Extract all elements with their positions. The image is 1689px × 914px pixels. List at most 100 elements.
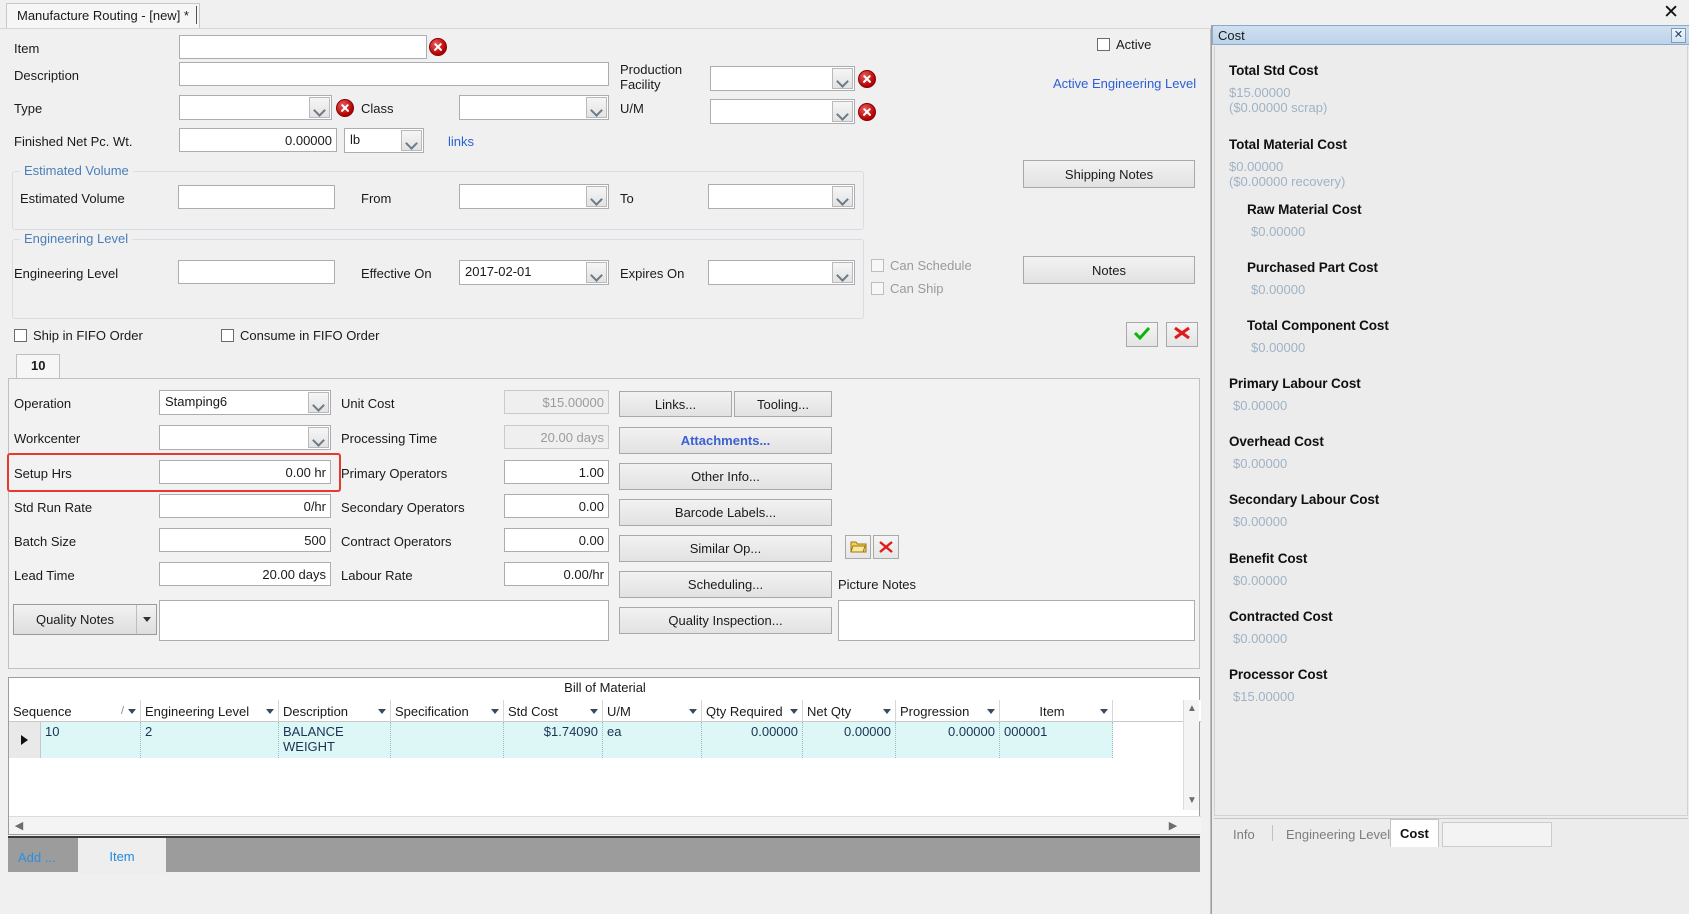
chevron-down-icon[interactable] (401, 130, 422, 151)
production-facility-combo[interactable] (710, 66, 855, 91)
filter-dropdown-icon[interactable] (790, 708, 798, 714)
cost-item-value: $0.00000 (1233, 398, 1288, 413)
active-engineering-level-link[interactable]: Active Engineering Level (1053, 76, 1196, 91)
bom-column-header-engineering-level[interactable]: Engineering Level (141, 700, 279, 722)
attachments-button[interactable]: Attachments... (619, 427, 832, 454)
bom-column-header-std-cost[interactable]: Std Cost (504, 700, 603, 722)
chevron-down-icon[interactable] (586, 186, 607, 207)
estimated-volume-input[interactable] (178, 185, 335, 209)
setup-hrs-input[interactable] (159, 460, 331, 484)
operation-tab-10[interactable]: 10 (16, 354, 61, 379)
bom-column-header-sequence[interactable]: Sequence / (9, 700, 141, 722)
chevron-down-icon[interactable] (308, 392, 329, 413)
chevron-down-icon[interactable] (586, 97, 607, 118)
chevron-down-icon[interactable] (136, 605, 156, 634)
description-input[interactable] (179, 62, 609, 86)
operation-combo[interactable]: Stamping6 (159, 390, 331, 415)
primary-operators-input[interactable] (504, 460, 609, 484)
open-picture-button[interactable] (845, 535, 871, 559)
item-input[interactable] (179, 35, 427, 59)
other-info-button[interactable]: Other Info... (619, 463, 832, 490)
bom-column-header-qty-required[interactable]: Qty Required (702, 700, 803, 722)
chevron-down-icon[interactable] (309, 97, 330, 118)
delete-picture-button[interactable] (873, 535, 899, 559)
shipping-notes-button[interactable]: Shipping Notes (1023, 160, 1195, 188)
can-schedule-checkbox[interactable] (871, 259, 884, 272)
estimated-volume-to-combo[interactable] (708, 184, 855, 209)
tab-info[interactable]: Info (1224, 822, 1264, 846)
barcode-labels-button[interactable]: Barcode Labels... (619, 499, 832, 526)
filter-dropdown-icon[interactable] (883, 708, 891, 714)
filter-dropdown-icon[interactable] (590, 708, 598, 714)
class-combo[interactable] (459, 95, 609, 120)
can-ship-checkbox[interactable] (871, 282, 884, 295)
lead-time-input[interactable] (159, 562, 331, 586)
links-link[interactable]: links (448, 134, 474, 149)
bom-column-header-um[interactable]: U/M (603, 700, 702, 722)
type-combo[interactable] (179, 95, 332, 120)
close-icon[interactable]: ✕ (1663, 3, 1679, 22)
secondary-operators-input[interactable] (504, 494, 609, 518)
filter-dropdown-icon[interactable] (128, 708, 136, 714)
bom-column-header-item[interactable]: Item (1000, 700, 1113, 722)
engineering-level-input[interactable] (178, 260, 335, 284)
scroll-left-icon[interactable]: ◀ (11, 817, 27, 834)
bom-column-header-specification[interactable]: Specification (391, 700, 504, 722)
picture-notes-input[interactable] (838, 600, 1195, 641)
bom-column-header-progression[interactable]: Progression (896, 700, 1000, 722)
chevron-down-icon[interactable] (308, 427, 329, 448)
workcenter-combo[interactable] (159, 425, 331, 450)
filter-dropdown-icon[interactable] (689, 708, 697, 714)
filter-dropdown-icon[interactable] (491, 708, 499, 714)
chevron-down-icon[interactable] (832, 186, 853, 207)
estimated-volume-from-combo[interactable] (459, 184, 609, 209)
tab-cost[interactable]: Cost (1390, 819, 1439, 847)
filter-dropdown-icon[interactable] (266, 708, 274, 714)
similar-op-button[interactable]: Similar Op... (619, 535, 832, 562)
chevron-down-icon[interactable] (832, 101, 853, 122)
scroll-up-icon[interactable]: ▲ (1184, 700, 1200, 716)
ship-fifo-checkbox[interactable] (14, 329, 27, 342)
effective-on-combo[interactable]: 2017-02-01 (459, 260, 609, 285)
row-selector[interactable] (9, 722, 41, 758)
confirm-button[interactable] (1126, 322, 1158, 347)
tab-item[interactable]: Item (78, 838, 166, 874)
links-button[interactable]: Links... (619, 391, 732, 417)
labour-rate-input[interactable] (504, 562, 609, 586)
quality-notes-button[interactable]: Quality Notes (13, 604, 157, 635)
um-combo[interactable] (710, 99, 855, 124)
expires-on-combo[interactable] (708, 260, 855, 285)
quality-inspection-button[interactable]: Quality Inspection... (619, 607, 832, 634)
bom-vertical-scrollbar[interactable]: ▲ ▼ (1183, 700, 1199, 810)
cancel-button[interactable] (1166, 322, 1198, 347)
filter-dropdown-icon[interactable] (987, 708, 995, 714)
filter-dropdown-icon[interactable] (378, 708, 386, 714)
scroll-right-icon[interactable]: ▶ (1165, 817, 1181, 834)
scheduling-button[interactable]: Scheduling... (619, 571, 832, 598)
batch-size-input[interactable] (159, 528, 331, 552)
bom-horizontal-scrollbar[interactable]: ◀ ▶ (9, 816, 1201, 834)
document-tab-manufacture-routing[interactable]: Manufacture Routing - [new] * (6, 3, 200, 28)
bom-column-label: Engineering Level (145, 703, 250, 719)
quality-notes-input[interactable] (159, 600, 609, 641)
finished-net-uom-combo[interactable]: lb (344, 128, 424, 153)
filter-dropdown-icon[interactable] (1100, 708, 1108, 714)
consume-fifo-checkbox[interactable] (221, 329, 234, 342)
tab-engineering-levels[interactable]: Engineering Levels (1277, 822, 1406, 846)
chevron-down-icon[interactable] (586, 262, 607, 283)
std-run-rate-input[interactable] (159, 494, 331, 518)
bom-column-header-net-qty[interactable]: Net Qty (803, 700, 896, 722)
chevron-down-icon[interactable] (832, 262, 853, 283)
tooling-button[interactable]: Tooling... (734, 391, 832, 417)
bom-column-header-description[interactable]: Description (279, 700, 391, 722)
similar-op-button-label: Similar Op... (689, 541, 762, 556)
table-row[interactable]: 10 2 BALANCE WEIGHT $1.74090 ea 0.00000 … (41, 722, 1113, 758)
close-icon[interactable]: ✕ (1671, 28, 1686, 43)
scroll-down-icon[interactable]: ▼ (1184, 792, 1200, 808)
notes-button[interactable]: Notes (1023, 256, 1195, 284)
finished-net-weight-input[interactable] (179, 128, 337, 152)
active-checkbox[interactable] (1097, 38, 1110, 51)
add-link[interactable]: Add ... (18, 850, 56, 865)
contract-operators-input[interactable] (504, 528, 609, 552)
chevron-down-icon[interactable] (832, 68, 853, 89)
